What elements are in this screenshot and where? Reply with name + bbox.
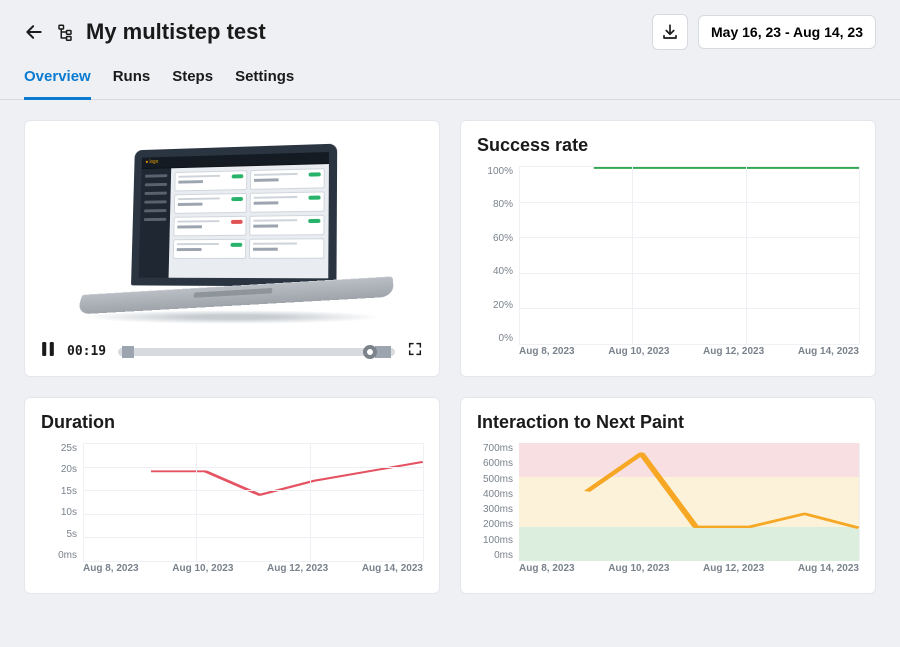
tab-bar: Overview Runs Steps Settings — [0, 56, 900, 100]
video-time: 00:19 — [67, 344, 106, 359]
video-card: ● logo — [24, 120, 440, 377]
duration-card: Duration 25s20s15s10s5s0ms Aug 8, 2023Au… — [24, 397, 440, 594]
duration-title: Duration — [41, 412, 423, 433]
date-range-button[interactable]: May 16, 23 - Aug 14, 23 — [698, 15, 876, 49]
success-title: Success rate — [477, 135, 859, 156]
test-type-icon — [56, 23, 74, 41]
success-rate-card: Success rate 100%80%60%40%20%0% Aug 8, 2… — [460, 120, 876, 377]
success-chart: 100%80%60%40%20%0% Aug 8, 2023Aug 10, 20… — [477, 166, 859, 366]
inp-chart: 700ms600ms500ms400ms300ms200ms100ms0ms A… — [477, 443, 859, 583]
download-icon — [661, 23, 679, 41]
pause-button[interactable] — [41, 342, 55, 361]
inp-card: Interaction to Next Paint 700ms600ms500m… — [460, 397, 876, 594]
back-arrow-icon[interactable] — [24, 22, 44, 42]
card-grid: ● logo — [0, 100, 900, 614]
download-button[interactable] — [652, 14, 688, 50]
tab-steps[interactable]: Steps — [172, 68, 213, 99]
playhead[interactable] — [363, 345, 377, 359]
header-right: May 16, 23 - Aug 14, 23 — [652, 14, 876, 50]
laptop-illustration: ● logo — [72, 146, 392, 324]
fullscreen-icon — [407, 341, 423, 357]
page-header: My multistep test May 16, 23 - Aug 14, 2… — [0, 0, 900, 56]
video-preview[interactable]: ● logo — [41, 135, 423, 335]
duration-chart: 25s20s15s10s5s0ms Aug 8, 2023Aug 10, 202… — [41, 443, 423, 583]
video-player-bar: 00:19 — [41, 341, 423, 362]
tab-overview[interactable]: Overview — [24, 68, 91, 100]
pause-icon — [41, 342, 55, 356]
page-title: My multistep test — [86, 19, 266, 45]
tab-runs[interactable]: Runs — [113, 68, 151, 99]
video-timeline[interactable] — [118, 348, 395, 356]
fullscreen-button[interactable] — [407, 341, 423, 362]
inp-title: Interaction to Next Paint — [477, 412, 859, 433]
header-left: My multistep test — [24, 19, 266, 45]
tab-settings[interactable]: Settings — [235, 68, 294, 99]
